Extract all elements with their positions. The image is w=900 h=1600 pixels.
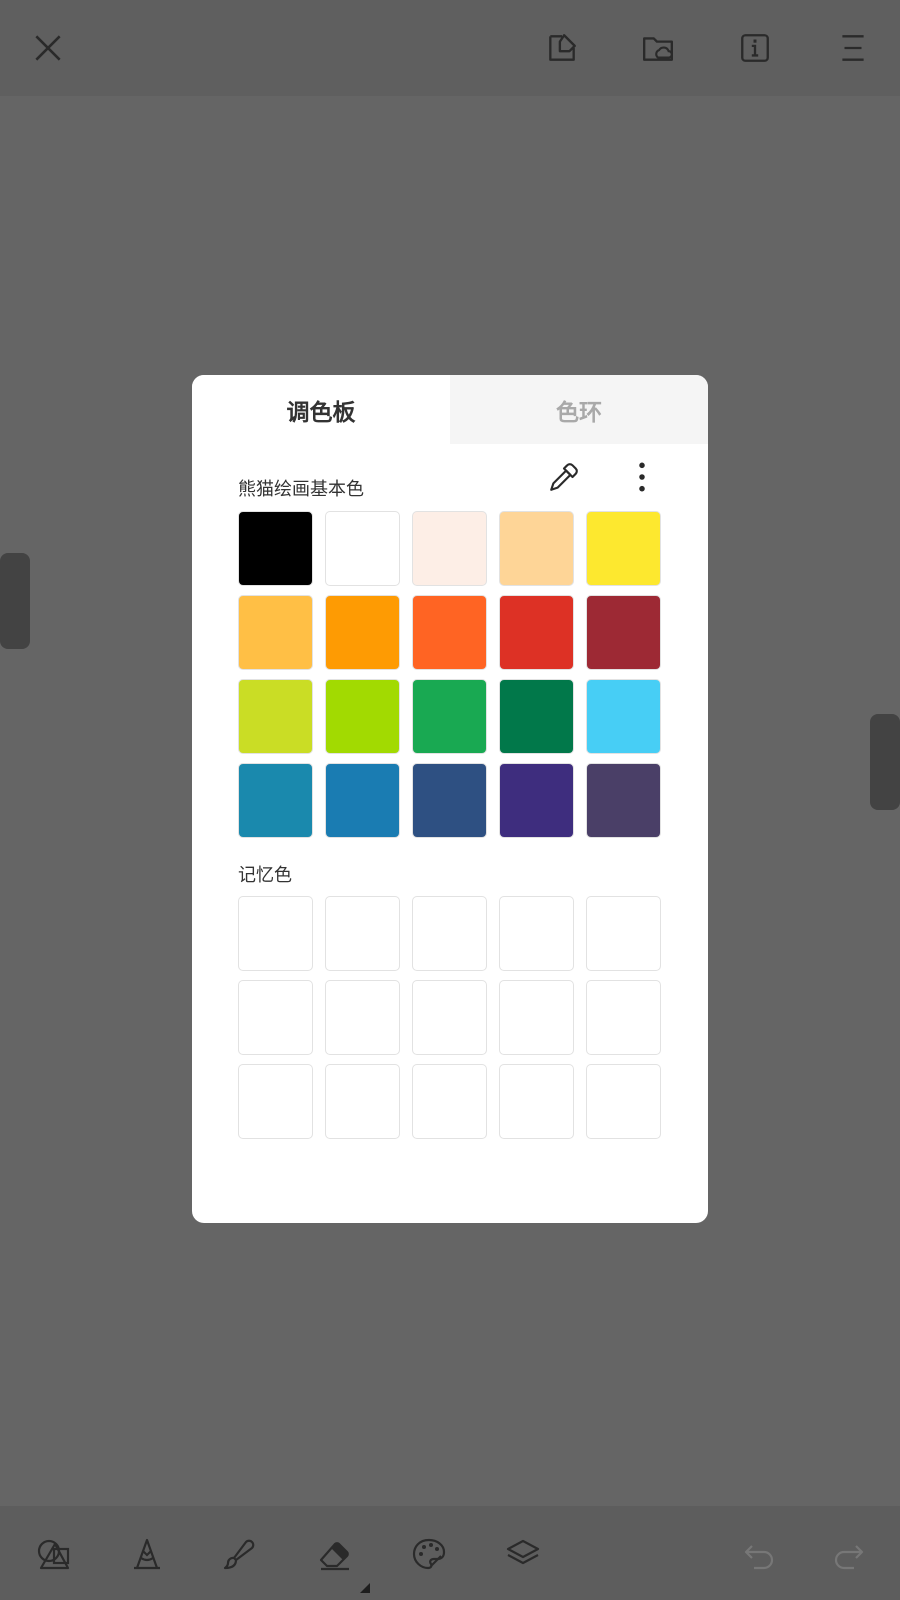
more-options-icon[interactable] [622, 457, 662, 497]
info-icon[interactable] [735, 28, 775, 68]
memory-color-swatch-5[interactable] [586, 896, 661, 971]
basic-color-swatch-19[interactable] [499, 763, 574, 838]
undo-icon[interactable] [738, 1532, 782, 1576]
basic-color-swatch-15[interactable] [586, 679, 661, 754]
basic-color-swatch-14[interactable] [499, 679, 574, 754]
menu-icon[interactable] [833, 28, 873, 68]
eraser-submenu-indicator[interactable] [360, 1583, 370, 1593]
basic-color-swatch-10[interactable] [586, 595, 661, 670]
redo-icon[interactable] [826, 1532, 870, 1576]
memory-color-swatch-6[interactable] [238, 980, 313, 1055]
close-icon[interactable] [28, 28, 68, 68]
memory-color-swatch-7[interactable] [325, 980, 400, 1055]
basic-color-swatch-2[interactable] [325, 511, 400, 586]
left-slider-handle[interactable] [0, 553, 30, 649]
memory-colors-label: 记忆色 [238, 865, 292, 886]
basic-color-swatch-7[interactable] [325, 595, 400, 670]
basic-color-swatch-3[interactable] [412, 511, 487, 586]
memory-color-swatch-1[interactable] [238, 896, 313, 971]
basic-color-swatch-20[interactable] [586, 763, 661, 838]
bottom-toolbar [0, 1506, 900, 1600]
cloud-folder-icon[interactable] [638, 28, 678, 68]
memory-color-swatch-9[interactable] [499, 980, 574, 1055]
palette-icon[interactable] [407, 1532, 451, 1576]
shapes-icon[interactable] [31, 1532, 75, 1576]
basic-color-swatch-17[interactable] [325, 763, 400, 838]
basic-color-swatch-16[interactable] [238, 763, 313, 838]
brush-icon[interactable] [218, 1532, 262, 1576]
memory-color-swatch-8[interactable] [412, 980, 487, 1055]
basic-color-swatch-12[interactable] [325, 679, 400, 754]
layers-icon[interactable] [501, 1532, 545, 1576]
pencil-icon[interactable] [125, 1532, 169, 1576]
basic-color-swatch-8[interactable] [412, 595, 487, 670]
memory-color-swatch-2[interactable] [325, 896, 400, 971]
memory-color-swatch-13[interactable] [412, 1064, 487, 1139]
eyedropper-icon[interactable] [544, 457, 584, 497]
memory-color-swatch-10[interactable] [586, 980, 661, 1055]
dialog-tabs: 调色板 色环 [192, 375, 708, 444]
basic-color-swatch-6[interactable] [238, 595, 313, 670]
basic-color-swatch-1[interactable] [238, 511, 313, 586]
right-slider-handle[interactable] [870, 714, 900, 810]
basic-colors-label: 熊猫绘画基本色 [238, 479, 364, 500]
basic-color-swatch-11[interactable] [238, 679, 313, 754]
memory-color-swatch-15[interactable] [586, 1064, 661, 1139]
export-icon[interactable] [542, 28, 582, 68]
memory-color-swatch-3[interactable] [412, 896, 487, 971]
memory-color-swatch-12[interactable] [325, 1064, 400, 1139]
eraser-icon[interactable] [313, 1532, 357, 1576]
basic-color-swatch-9[interactable] [499, 595, 574, 670]
tab-palette[interactable]: 调色板 [192, 375, 450, 444]
memory-color-swatch-11[interactable] [238, 1064, 313, 1139]
memory-color-swatch-4[interactable] [499, 896, 574, 971]
memory-color-swatch-14[interactable] [499, 1064, 574, 1139]
basic-color-swatch-13[interactable] [412, 679, 487, 754]
basic-color-swatch-18[interactable] [412, 763, 487, 838]
memory-color-grid [238, 896, 661, 1139]
color-picker-dialog: 调色板 色环 熊猫绘画基本色 记忆色 [192, 375, 708, 1223]
basic-color-grid [238, 511, 661, 838]
basic-color-swatch-4[interactable] [499, 511, 574, 586]
top-bar [0, 0, 900, 96]
basic-color-swatch-5[interactable] [586, 511, 661, 586]
tab-color-wheel[interactable]: 色环 [450, 375, 708, 444]
